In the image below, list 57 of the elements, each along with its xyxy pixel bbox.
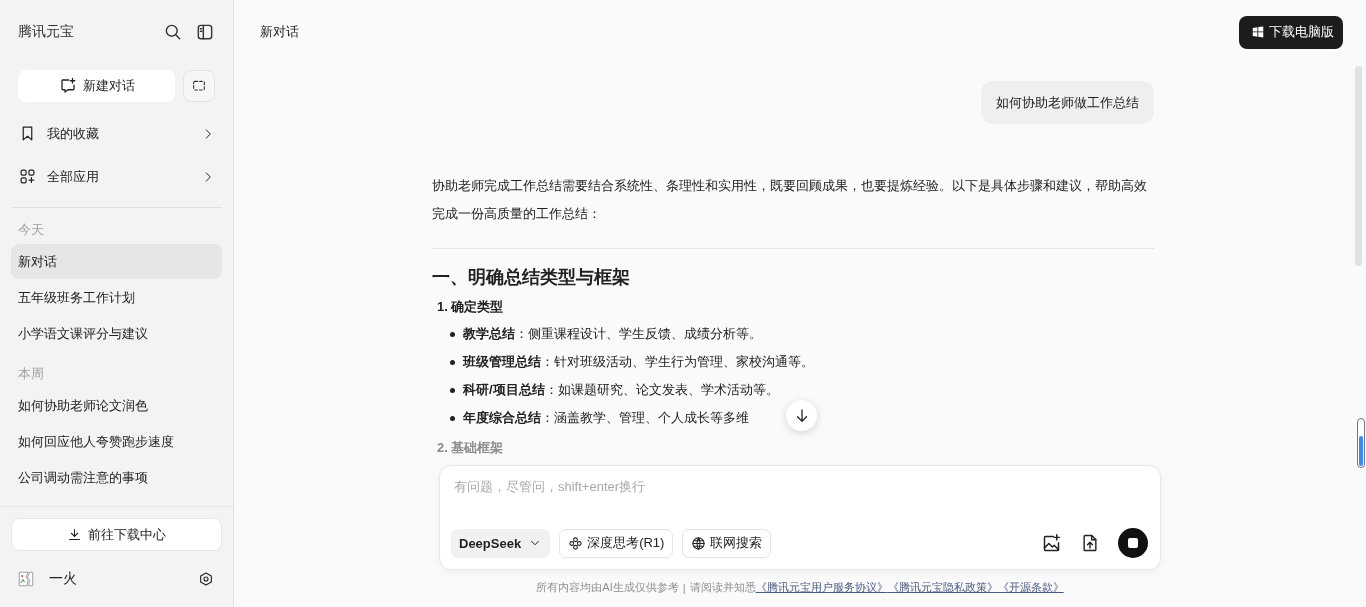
file-upload-icon bbox=[1080, 533, 1100, 553]
answer-paragraph: 协助老师完成工作总结需要结合系统性、条理性和实用性，既要回顾成果，也要提炼经验。以下是具体步骤和建议，帮助高效完成一份高质量的工作总结： bbox=[432, 177, 1148, 223]
conversation-title: 新对话 bbox=[260, 23, 300, 41]
policy-link[interactable]: 《腾讯元宝用户服务协议》 bbox=[755, 581, 888, 593]
conversation-item[interactable]: 公司调动需注意的事项 bbox=[11, 460, 222, 495]
chat-plus-icon bbox=[58, 77, 77, 95]
list-number: 1. bbox=[437, 298, 448, 316]
list-number: 2. bbox=[437, 439, 448, 457]
policy-link[interactable]: 《腾讯元宝隐私政策》 bbox=[887, 581, 998, 593]
menu-item[interactable]: 我的收藏 bbox=[11, 112, 222, 155]
user-message: 如何协助老师做工作总结 bbox=[981, 81, 1154, 124]
sidebar-toggle-icon[interactable] bbox=[195, 22, 215, 42]
scroll-down-button[interactable] bbox=[786, 400, 817, 431]
model-select[interactable]: DeepSeek bbox=[451, 528, 551, 558]
list-title: 确定类型 bbox=[450, 298, 503, 316]
windows-icon bbox=[1251, 25, 1265, 39]
bullet-text: 班级管理总结：针对班级活动、学生行为管理、家校沟通等。 bbox=[463, 353, 814, 371]
separator-text: | bbox=[682, 581, 686, 594]
user-name: 一火 bbox=[49, 570, 78, 588]
toggle-button[interactable]: 联网搜索 bbox=[682, 528, 772, 558]
dashed-square-button[interactable] bbox=[183, 70, 215, 102]
flower-icon bbox=[568, 535, 584, 551]
section-heading: 本周 bbox=[17, 365, 45, 383]
globe-icon bbox=[691, 535, 707, 551]
conversation-item[interactable]: 如何回应他人夸赞跑步速度 bbox=[11, 424, 222, 459]
scrollbar[interactable] bbox=[1357, 418, 1365, 468]
bullet-text: 科研/项目总结：如课题研究、论文发表、学术活动等。 bbox=[463, 381, 779, 399]
disclaimer-text: 所有内容均由AI生成仅供参考 bbox=[536, 580, 679, 595]
new-chat-button[interactable]: 新建对话 bbox=[18, 70, 175, 102]
bullet-text: 年度综合总结：涵盖教学、管理、个人成长等多维 bbox=[463, 409, 749, 427]
stop-button[interactable] bbox=[1118, 528, 1148, 558]
settings-icon[interactable] bbox=[198, 571, 214, 587]
menu-item[interactable]: 全部应用 bbox=[11, 155, 222, 198]
apps-icon bbox=[19, 168, 36, 185]
download-icon bbox=[67, 527, 82, 542]
app-title: 腾讯元宝 bbox=[18, 23, 75, 41]
image-plus-icon bbox=[1041, 532, 1062, 554]
bullet-text: 教学总结：侧重课程设计、学生反馈、成绩分析等。 bbox=[463, 325, 762, 343]
list-title: 基础框架 bbox=[450, 439, 503, 457]
message-input[interactable]: 有问题，尽管问，shift+enter换行 bbox=[451, 477, 1148, 496]
file-upload-button[interactable] bbox=[1080, 533, 1100, 553]
policy-link[interactable]: 《开源条款》 bbox=[997, 581, 1064, 593]
dashed-square-icon bbox=[191, 78, 207, 94]
download-center-button[interactable]: 前往下载中心 bbox=[11, 518, 222, 551]
conversation-item[interactable]: 新对话 bbox=[11, 244, 222, 279]
download-desktop-button[interactable]: 下载电脑版 bbox=[1239, 15, 1343, 49]
notice-text: 请阅读并知悉 bbox=[689, 581, 756, 593]
section-heading: 今天 bbox=[17, 221, 45, 239]
toggle-button[interactable]: 深度思考(R1) bbox=[559, 528, 674, 558]
conversation-item[interactable]: 五年级班务工作计划 bbox=[11, 280, 222, 315]
broken-image-icon bbox=[17, 570, 35, 588]
conversation-item[interactable]: 小学语文课评分与建议 bbox=[11, 316, 222, 351]
search-icon[interactable] bbox=[163, 22, 183, 42]
image-upload-button[interactable] bbox=[1041, 532, 1062, 554]
answer-heading: 一、明确总结类型与框架 bbox=[432, 266, 631, 289]
conversation-item[interactable]: 如何协助老师论文润色 bbox=[11, 388, 222, 423]
scrollbar[interactable] bbox=[1355, 66, 1362, 266]
